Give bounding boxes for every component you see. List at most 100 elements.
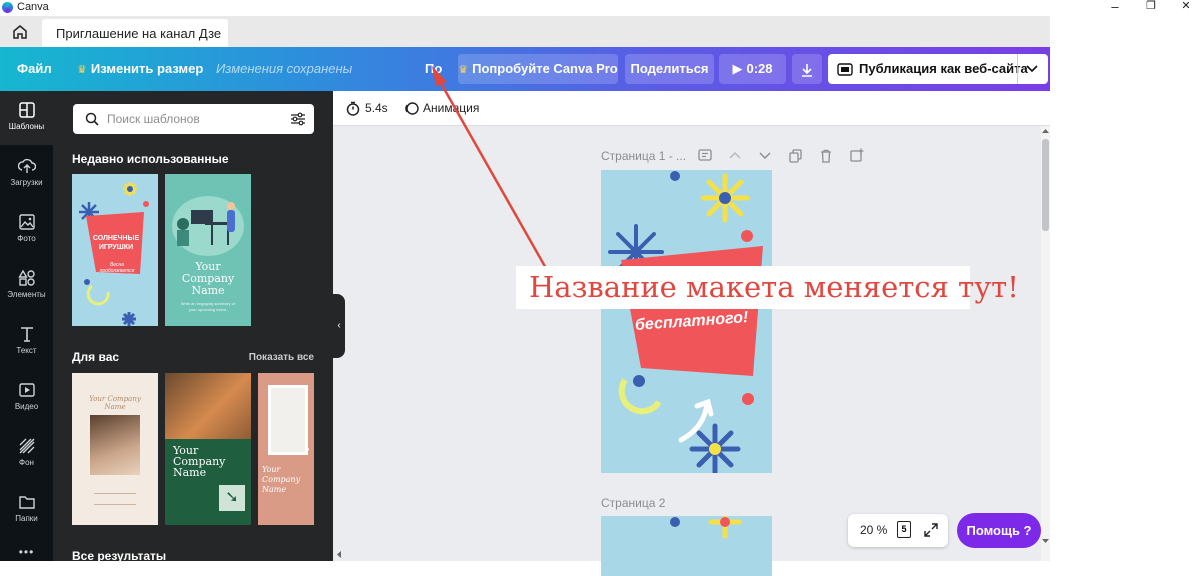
template-photo: [165, 373, 251, 443]
rail-item-templates[interactable]: Шаблоны: [0, 91, 53, 145]
scroll-down-arrow-icon[interactable]: [1042, 538, 1049, 544]
save-status: Изменения сохранены: [216, 61, 353, 76]
carousel-next-button[interactable]: ›: [305, 440, 319, 458]
scroll-left-arrow-icon[interactable]: [336, 551, 342, 558]
document-tab[interactable]: Приглашение на канал Дзе: [42, 19, 228, 47]
template-headline: СОЛНЕЧНЫЕ ИГРУШКИ: [88, 234, 144, 252]
page-2-canvas[interactable]: [601, 516, 772, 576]
download-icon: [802, 63, 812, 77]
file-menu[interactable]: Файл: [17, 47, 52, 91]
rail-item-background[interactable]: Фон: [0, 427, 53, 481]
animation-button[interactable]: Анимация: [404, 91, 479, 126]
crown-icon: ♛: [458, 64, 469, 76]
recent-template-card[interactable]: СОЛНЕЧНЫЕ ИГРУШКИ Весна продолжается: [72, 174, 158, 326]
resize-button[interactable]: ♛ Изменить размер: [77, 47, 203, 91]
editor-scroll-thumb[interactable]: [1042, 139, 1049, 231]
close-window-button[interactable]: ✕: [1174, 0, 1198, 14]
for-you-template-card[interactable]: Your Company Name ➘: [165, 373, 251, 525]
page-count-button[interactable]: 5: [897, 521, 911, 538]
animation-icon: [405, 102, 419, 116]
share-button[interactable]: Поделиться: [625, 54, 714, 84]
minimize-button[interactable]: –: [1103, 0, 1127, 14]
add-page-icon[interactable]: [850, 148, 864, 162]
rail-label: Видео: [14, 402, 39, 411]
timer-icon: [346, 102, 360, 117]
side-rail: Шаблоны Загрузки Фото Элементы Текст Вид…: [0, 91, 53, 561]
website-icon: [837, 63, 853, 76]
canva-logo-icon: [2, 2, 13, 13]
rail-label: Элементы: [7, 290, 46, 299]
collapse-panel-button[interactable]: ‹: [333, 294, 345, 358]
templates-icon: [18, 102, 35, 118]
publish-website-button[interactable]: Публикация как веб-сайта: [828, 54, 1048, 84]
rail-item-photos[interactable]: Фото: [0, 203, 53, 257]
zoom-controls: 20 % 5: [848, 514, 948, 547]
template-title: Your Company Name: [173, 444, 226, 479]
template-photo: [268, 385, 308, 455]
template-arrow-box: ➘: [219, 485, 245, 511]
design-title-truncated[interactable]: По: [425, 47, 442, 91]
filter-icon[interactable]: [290, 112, 306, 126]
rail-label: Текст: [16, 346, 37, 355]
template-caption-lines: [94, 493, 136, 505]
move-page-up-icon[interactable]: [729, 151, 741, 159]
page-1-label[interactable]: Страница 1 - ...: [601, 149, 686, 163]
editor-toolbar: 5.4s Анимация: [333, 91, 1050, 126]
download-button[interactable]: [792, 54, 822, 84]
video-icon: [18, 383, 35, 397]
move-page-down-icon[interactable]: [759, 152, 771, 160]
annotation-text: Название макета меняется тут!: [529, 270, 1019, 304]
design-decorations: [670, 516, 742, 539]
home-icon: [13, 25, 27, 39]
for-you-template-card[interactable]: Your Company Name: [72, 373, 158, 525]
page-count: 5: [901, 524, 907, 534]
home-button[interactable]: [6, 20, 34, 44]
play-icon: ▶: [732, 61, 743, 76]
help-button[interactable]: Помощь ?: [957, 513, 1041, 548]
search-icon: [85, 112, 99, 126]
play-duration: 0:28: [746, 61, 773, 76]
rail-item-folders[interactable]: Папки: [0, 483, 53, 537]
rail-item-text[interactable]: Текст: [0, 315, 53, 369]
timing-value: 5.4s: [365, 101, 388, 115]
play-button[interactable]: ▶ 0:28: [719, 54, 786, 84]
rail-item-uploads[interactable]: Загрузки: [0, 147, 53, 201]
rail-label: Папки: [15, 514, 38, 523]
window-right-area: [1050, 16, 1200, 561]
rail-item-more[interactable]: •••: [0, 539, 53, 561]
try-pro-button[interactable]: ♛ Попробуйте Canva Pro: [458, 54, 618, 84]
delete-page-icon[interactable]: [820, 149, 832, 163]
rail-label: Фото: [17, 234, 36, 243]
template-search-input[interactable]: Поиск шаблонов: [73, 104, 314, 134]
maximize-button[interactable]: ❐: [1139, 0, 1163, 14]
publish-divider: [1017, 54, 1018, 84]
chevron-down-icon[interactable]: [1026, 65, 1038, 73]
templates-panel: Поиск шаблонов Недавно использованные СО…: [53, 91, 333, 561]
annotation-callout: Название макета меняется тут!: [516, 266, 1019, 309]
template-script-title: Your Company Name: [262, 465, 301, 494]
show-all-link[interactable]: Показать все: [249, 352, 314, 363]
more-icon: •••: [18, 545, 35, 559]
tab-bar: Приглашение на канал Дзе: [0, 16, 1050, 47]
page-1-canvas[interactable]: Вы в мире бесплатного!: [601, 170, 772, 473]
template-title: Your Company Name: [181, 260, 235, 297]
recent-section-title: Недавно использованные: [72, 152, 229, 166]
background-icon: [19, 438, 34, 454]
editor-header: Файл ♛ Изменить размер Изменения сохранен…: [0, 47, 1050, 91]
scroll-up-arrow-icon[interactable]: [1042, 128, 1049, 134]
zoom-percent[interactable]: 20 %: [860, 523, 887, 537]
template-line-2: ИГРУШКИ: [98, 244, 134, 251]
page-2-label[interactable]: Страница 2: [601, 496, 665, 510]
duplicate-page-icon[interactable]: [789, 149, 802, 163]
timing-button[interactable]: 5.4s: [346, 91, 388, 126]
rail-item-video[interactable]: Видео: [0, 371, 53, 425]
rail-label: Шаблоны: [8, 122, 45, 131]
try-pro-label: Попробуйте Canva Pro: [472, 61, 618, 76]
page-notes-icon[interactable]: [698, 149, 712, 162]
all-results-title: Все результаты: [72, 549, 167, 561]
rail-item-elements[interactable]: Элементы: [0, 259, 53, 313]
editor-workspace: 5.4s Анимация Страница 1 - ... Вы в мире…: [333, 91, 1050, 576]
recent-template-card[interactable]: Your Company Name Write an engaging summ…: [165, 174, 251, 326]
fullscreen-icon[interactable]: [924, 523, 938, 537]
crown-icon: ♛: [77, 64, 87, 76]
